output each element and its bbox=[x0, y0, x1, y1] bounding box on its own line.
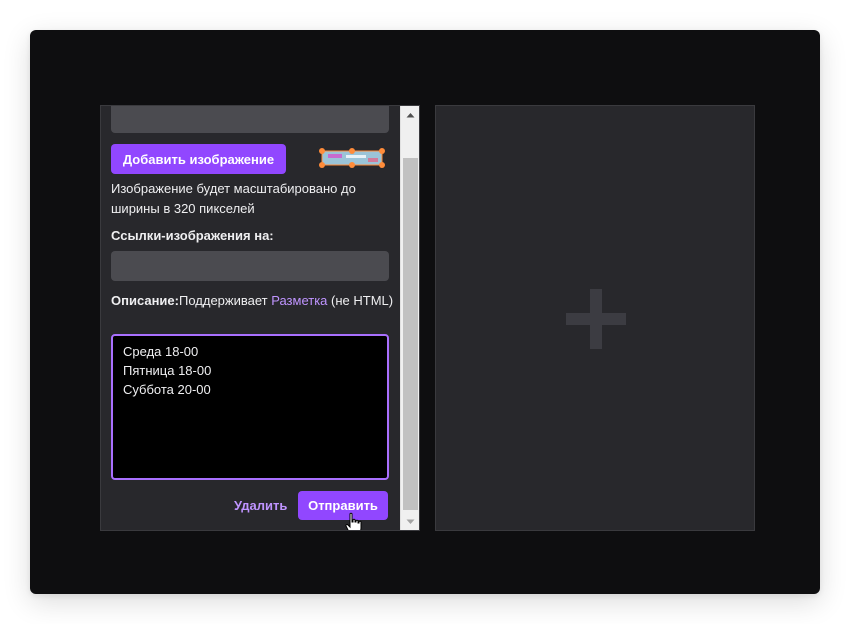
add-panel-placeholder[interactable] bbox=[435, 105, 755, 531]
delete-button[interactable]: Удалить bbox=[234, 498, 287, 513]
panel-editor: Добавить изображение Изображение будет м… bbox=[100, 105, 420, 531]
description-line: Среда 18-00 bbox=[123, 344, 199, 359]
description-line: Пятница 18-00 bbox=[123, 363, 212, 378]
description-note-suffix: (не HTML) bbox=[327, 293, 394, 308]
hand-pointer-cursor-icon bbox=[345, 512, 362, 530]
submit-button[interactable]: Отправить bbox=[298, 491, 388, 520]
description-textarea[interactable]: Среда 18-00 Пятница 18-00 Суббота 20-00 bbox=[111, 334, 389, 480]
image-links-label: Ссылки-изображения на: bbox=[111, 228, 274, 243]
description-header: Описание: Поддерживает Разметка (не HTML… bbox=[111, 291, 396, 311]
description-label: Описание: bbox=[111, 293, 179, 308]
description-note: Поддерживает Разметка (не HTML) bbox=[179, 291, 394, 311]
add-image-button[interactable]: Добавить изображение bbox=[111, 144, 286, 174]
description-line: Суббота 20-00 bbox=[123, 382, 211, 397]
description-note-prefix: Поддерживает bbox=[178, 293, 272, 308]
vertical-scrollbar[interactable] bbox=[400, 106, 419, 530]
scroll-up-arrow-icon[interactable] bbox=[401, 106, 419, 123]
image-scale-note: Изображение будет масштабировано до шири… bbox=[111, 181, 356, 216]
markup-link[interactable]: Разметка bbox=[271, 293, 327, 308]
scroll-thumb[interactable] bbox=[403, 158, 418, 510]
plus-icon-horizontal bbox=[566, 313, 626, 325]
image-link-input[interactable] bbox=[111, 251, 389, 281]
title-input[interactable] bbox=[111, 106, 389, 133]
image-thumbnail-icon[interactable] bbox=[318, 146, 386, 170]
scroll-down-arrow-icon[interactable] bbox=[401, 513, 419, 530]
